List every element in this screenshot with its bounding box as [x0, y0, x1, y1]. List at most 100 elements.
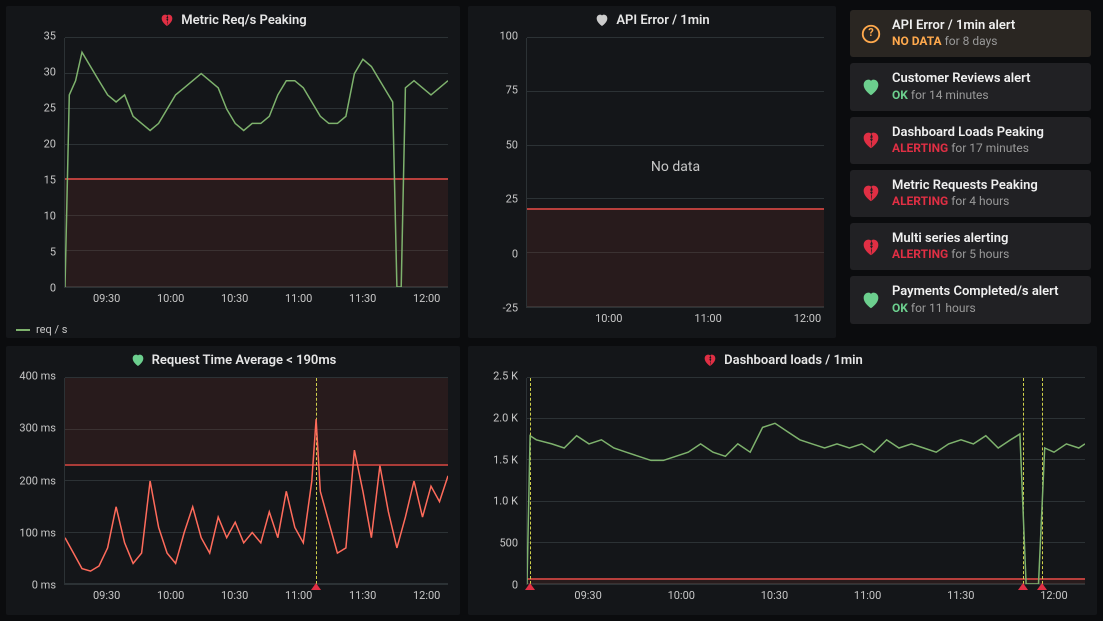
panel-title-text: API Error / 1min [616, 13, 709, 28]
alert-list: ? API Error / 1min alertNO DATA for 8 day… [844, 10, 1097, 334]
alert-duration: for 17 minutes [951, 141, 1029, 155]
series-line [65, 378, 448, 584]
heart-icon [130, 352, 146, 368]
heart-icon [860, 289, 882, 311]
y-tick-label: 50 [476, 138, 518, 151]
x-tick-label: 11:30 [947, 589, 974, 602]
y-tick-label: 200 ms [14, 474, 56, 487]
x-tick-label: 12:00 [413, 589, 440, 602]
y-tick-label: 1.0 K [476, 495, 518, 508]
panel-title-dashboard[interactable]: Dashboard loads / 1min [468, 346, 1097, 374]
x-axis: 09:3010:0010:3011:0011:3012:00 [64, 587, 448, 607]
series-line [527, 378, 1085, 584]
x-tick-label: 10:30 [221, 292, 248, 305]
x-tick-label: 10:30 [761, 589, 788, 602]
y-tick-label: 5 [14, 246, 56, 259]
alert-row[interactable]: Payments Completed/s alertOK for 11 hour… [850, 276, 1091, 323]
y-tick-label: 100 ms [14, 526, 56, 539]
no-data-label: No data [527, 159, 824, 175]
chart-body-metric: 05101520253035 09:3010:0010:3011:0011:30… [14, 36, 452, 310]
y-axis: 0 ms100 ms200 ms300 ms400 ms [14, 376, 62, 585]
heart-broken-icon [860, 182, 882, 204]
x-tick-label: 12:00 [1040, 589, 1067, 602]
y-tick-label: 25 [476, 193, 518, 206]
alert-state: ALERTING [892, 141, 948, 155]
x-tick-label: 12:00 [794, 312, 821, 325]
x-axis: 09:30 10:00 10:30 11:00 11:30 12:00 [64, 290, 448, 310]
chart-body-request: 0 ms100 ms200 ms300 ms400 ms 09:3010:001… [14, 376, 452, 607]
heart-broken-icon [860, 129, 882, 151]
plot-area[interactable] [526, 378, 1085, 585]
alert-name: API Error / 1min alert [892, 18, 1015, 34]
legend-label: req / s [36, 323, 67, 336]
heart-broken-icon [702, 352, 718, 368]
panel-title-request[interactable]: Request Time Average < 190ms [6, 346, 460, 374]
y-tick-label: 500 [476, 537, 518, 550]
panel-metric-reqs[interactable]: Metric Req/s Peaking 05101520253035 09:3… [6, 6, 460, 338]
plot-area[interactable] [64, 378, 448, 585]
alert-state: OK [892, 88, 908, 102]
panel-title-metric[interactable]: Metric Req/s Peaking [6, 6, 460, 34]
y-axis: 05001.0 K1.5 K2.0 K2.5 K [476, 376, 524, 585]
x-tick-label: 09:30 [93, 292, 120, 305]
chart-body-api: -250255075100 No data 10:0011:0012:00 [476, 36, 828, 330]
legend-swatch [16, 329, 30, 331]
series-line [65, 38, 448, 287]
alert-row[interactable]: ? API Error / 1min alertNO DATA for 8 day… [850, 10, 1091, 57]
x-axis: 09:3010:0010:3011:0011:3012:00 [526, 587, 1085, 607]
heart-broken-icon [860, 236, 882, 258]
x-tick-label: 11:00 [854, 589, 881, 602]
alert-name: Multi series alerting [892, 231, 1009, 247]
panel-alert-list[interactable]: ? API Error / 1min alertNO DATA for 8 day… [844, 6, 1097, 338]
x-tick-label: 10:00 [595, 312, 622, 325]
x-tick-label: 11:30 [349, 292, 376, 305]
legend[interactable]: req / s [16, 323, 67, 336]
chart-body-dashboard: 05001.0 K1.5 K2.0 K2.5 K 09:3010:0010:30… [476, 376, 1089, 607]
y-tick-label: 35 [14, 30, 56, 43]
alert-row[interactable]: Multi series alertingALERTING for 5 hour… [850, 223, 1091, 270]
panel-title-api[interactable]: API Error / 1min [468, 6, 836, 34]
y-tick-label: 30 [14, 66, 56, 79]
question-circle-icon: ? [860, 23, 882, 45]
panel-api-error[interactable]: API Error / 1min -250255075100 No data 1… [468, 6, 836, 338]
panel-request-time[interactable]: Request Time Average < 190ms 0 ms 100 ms 2… [6, 346, 460, 615]
alert-state: ALERTING [892, 247, 948, 261]
y-tick-label: 0 ms [14, 579, 56, 592]
y-tick-label: 2.0 K [476, 411, 518, 424]
dashboard-grid: Metric Req/s Peaking 05101520253035 09:3… [0, 0, 1103, 621]
svg-text:?: ? [868, 25, 874, 38]
x-tick-label: 11:00 [694, 312, 721, 325]
x-tick-label: 11:00 [285, 292, 312, 305]
alert-state: NO DATA [892, 34, 942, 48]
alert-state: ALERTING [892, 194, 948, 208]
plot-area[interactable]: No data [526, 38, 824, 308]
y-axis: -250255075100 [476, 36, 524, 308]
x-tick-label: 12:00 [413, 292, 440, 305]
y-tick-label: 20 [14, 138, 56, 151]
y-tick-label: -25 [476, 302, 518, 315]
heart-icon [860, 76, 882, 98]
x-axis: 10:00 11:00 12:00 [526, 310, 824, 330]
alert-row[interactable]: Metric Requests PeakingALERTING for 4 ho… [850, 170, 1091, 217]
alert-duration: for 14 minutes [911, 88, 989, 102]
panel-dashboard-loads[interactable]: Dashboard loads / 1min 05001.0 K1.5 K2.0… [468, 346, 1097, 615]
panel-title-text: Dashboard loads / 1min [724, 353, 863, 368]
x-tick-label: 10:00 [157, 292, 184, 305]
x-tick-label: 11:30 [349, 589, 376, 602]
alert-state: OK [892, 301, 908, 315]
y-tick-label: 0 [14, 282, 56, 295]
alert-duration: for 8 days [945, 34, 998, 48]
alert-duration: for 11 hours [911, 301, 976, 315]
panel-title-text: Request Time Average < 190ms [152, 353, 337, 368]
y-tick-label: 300 ms [14, 422, 56, 435]
x-tick-label: 10:00 [668, 589, 695, 602]
alert-duration: for 4 hours [951, 194, 1009, 208]
alert-row[interactable]: Dashboard Loads PeakingALERTING for 17 m… [850, 117, 1091, 164]
x-tick-label: 09:30 [93, 589, 120, 602]
y-tick-label: 2.5 K [476, 370, 518, 383]
x-tick-label: 10:00 [157, 589, 184, 602]
y-tick-label: 75 [476, 84, 518, 97]
alert-name: Payments Completed/s alert [892, 284, 1059, 300]
plot-area[interactable] [64, 38, 448, 288]
alert-row[interactable]: Customer Reviews alertOK for 14 minutes [850, 63, 1091, 110]
